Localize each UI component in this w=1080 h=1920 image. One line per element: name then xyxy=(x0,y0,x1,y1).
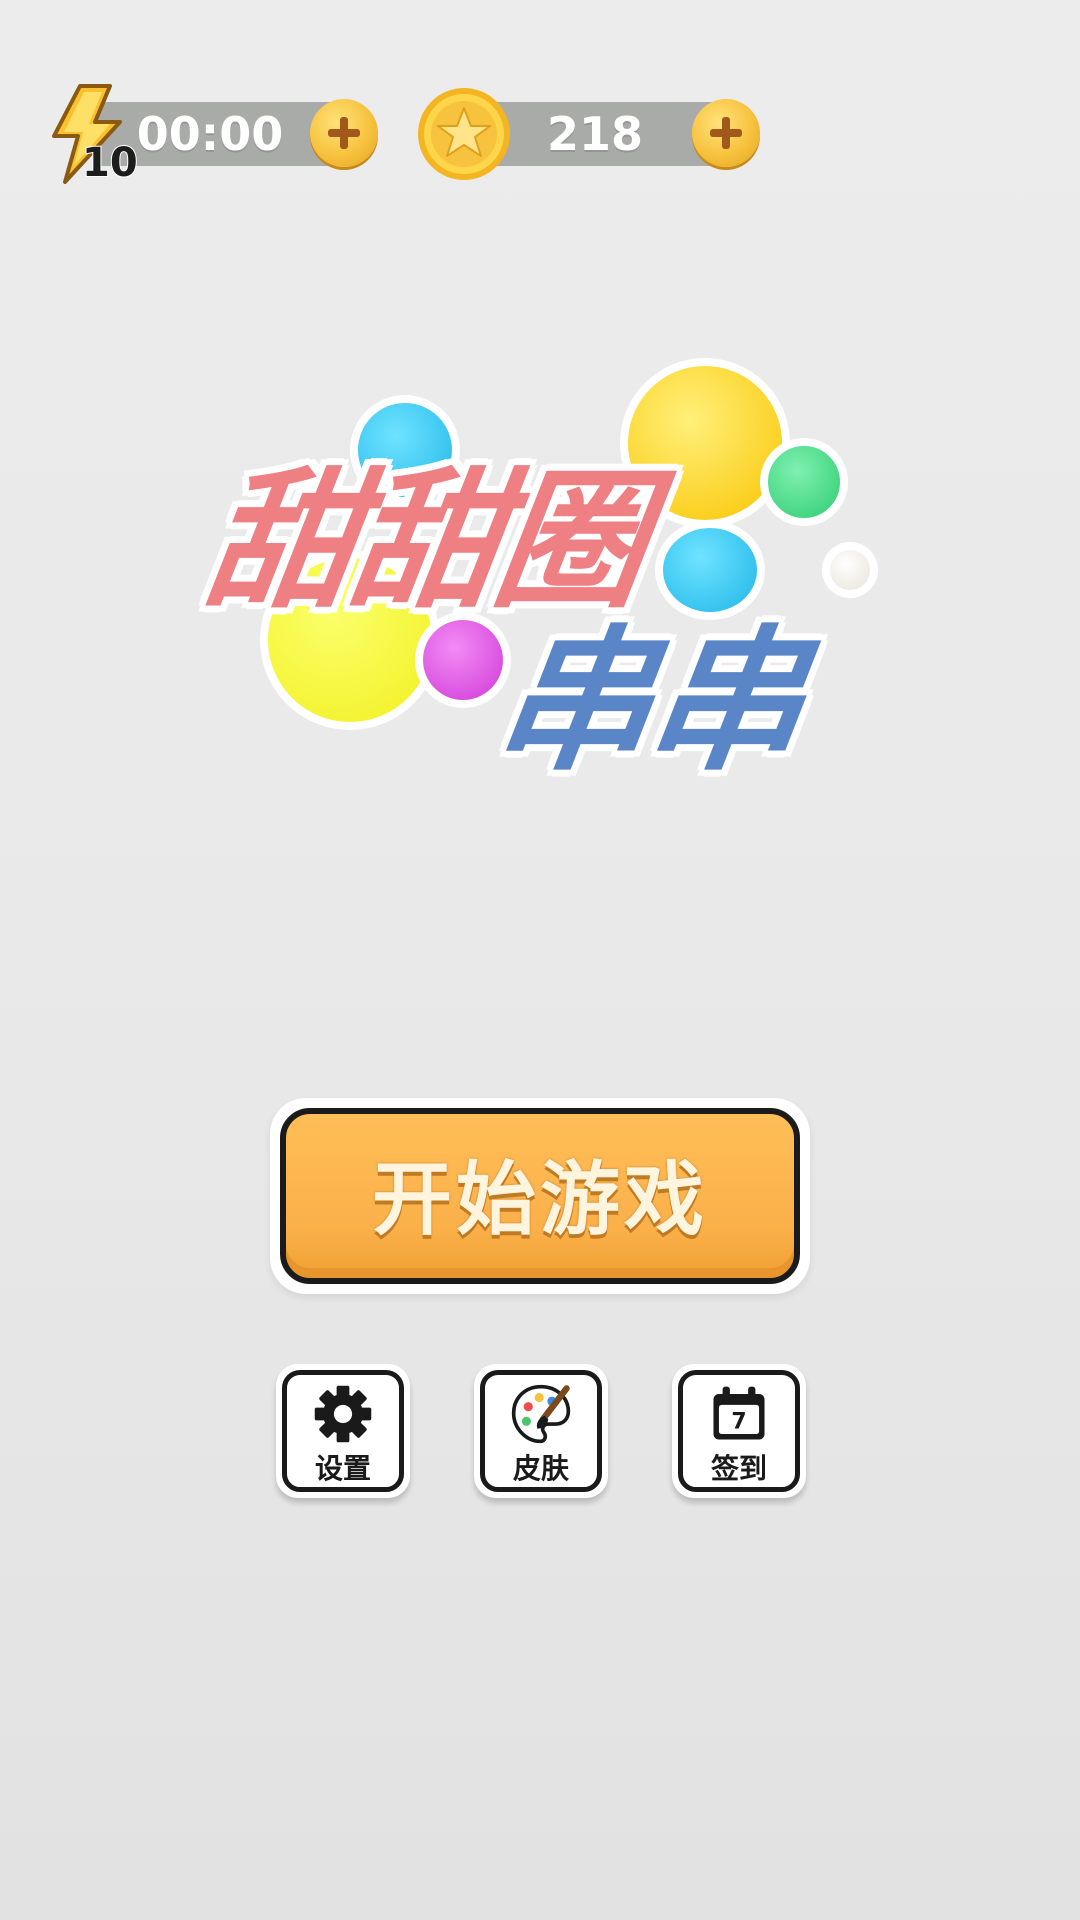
start-game-button[interactable]: 开始游戏 xyxy=(280,1108,800,1284)
calendar-icon: 7 xyxy=(713,1386,765,1440)
checkin-button[interactable]: 7 签到 xyxy=(678,1370,800,1492)
skin-label: 皮肤 xyxy=(512,1452,569,1485)
logo-ball-white xyxy=(822,542,878,598)
checkin-label: 签到 xyxy=(710,1452,767,1485)
skin-button-frame: 皮肤 xyxy=(474,1364,608,1498)
energy-timer: 00:00 xyxy=(136,107,284,161)
settings-button-frame: 设置 xyxy=(276,1364,410,1498)
game-logo: 甜甜圈 串串 xyxy=(190,350,890,792)
settings-button[interactable]: 设置 xyxy=(282,1370,404,1492)
coin-count: 218 xyxy=(546,107,644,161)
coin-icon xyxy=(418,88,510,180)
logo-ball-magenta xyxy=(415,612,511,708)
checkin-button-frame: 7 签到 xyxy=(672,1364,806,1498)
logo-ball-green xyxy=(760,438,848,526)
add-energy-button[interactable] xyxy=(310,99,378,167)
energy-count: 10 xyxy=(81,139,139,187)
settings-label: 设置 xyxy=(314,1452,371,1485)
palette-icon xyxy=(511,1384,571,1444)
skin-button[interactable]: 皮肤 xyxy=(480,1370,602,1492)
start-button-frame: 开始游戏 xyxy=(270,1098,810,1294)
add-coins-button[interactable] xyxy=(692,99,760,167)
plus-icon xyxy=(328,117,360,149)
start-game-label: 开始游戏 xyxy=(372,1153,708,1246)
plus-icon xyxy=(710,117,742,149)
calendar-day: 7 xyxy=(731,1410,746,1435)
logo-title-line2: 串串 xyxy=(485,611,813,792)
gear-icon xyxy=(314,1385,372,1443)
